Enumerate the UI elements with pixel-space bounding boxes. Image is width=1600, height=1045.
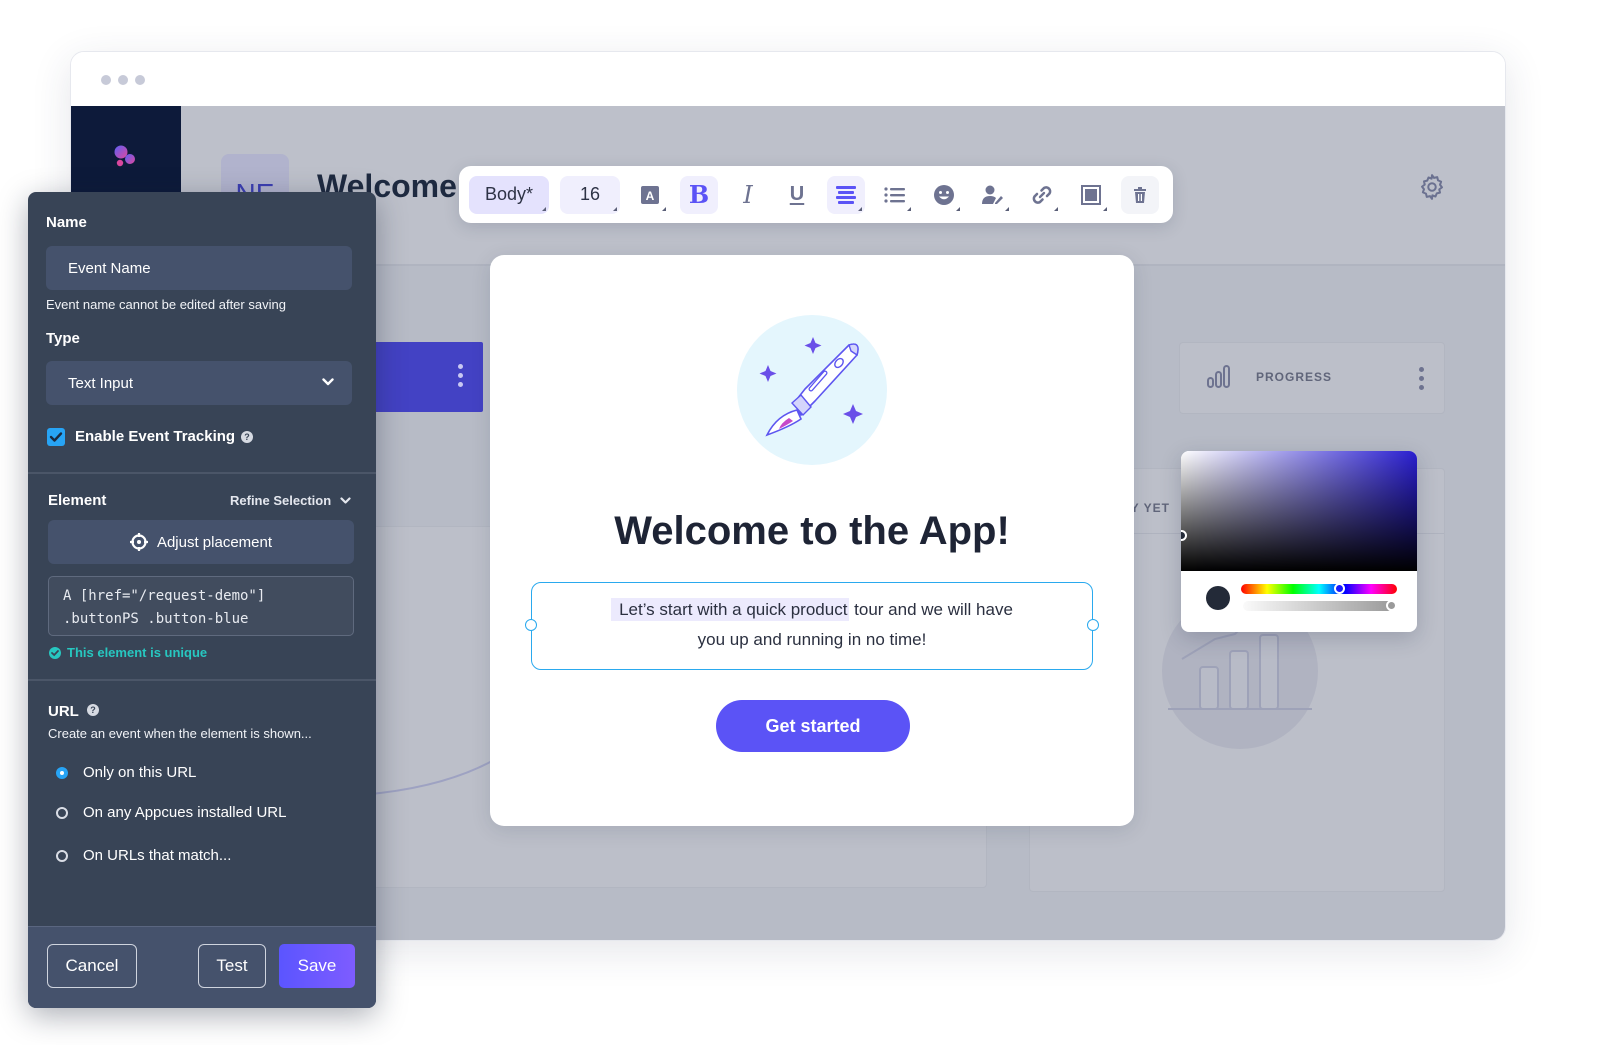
type-label: Type	[46, 330, 80, 347]
alpha-slider[interactable]	[1243, 601, 1393, 611]
browser-titlebar	[71, 52, 1505, 106]
modal-body-editor[interactable]: Let’s start with a quick product tour an…	[525, 582, 1099, 670]
list-icon	[884, 186, 905, 203]
type-select[interactable]: Text Input	[46, 361, 352, 405]
type-select-value: Text Input	[68, 374, 134, 392]
refine-selection-button[interactable]: Refine Selection	[230, 493, 331, 508]
url-label: URL	[48, 703, 79, 720]
selector-code[interactable]: A [href="/request-demo"] .buttonPS .butt…	[48, 576, 354, 636]
section-divider	[28, 679, 376, 681]
window-dot	[118, 75, 128, 85]
alpha-knob[interactable]	[1386, 600, 1397, 611]
chevron-down-icon	[322, 378, 334, 386]
selector-line: A [href="/request-demo"]	[63, 588, 266, 604]
align-center-icon	[836, 185, 856, 204]
event-name-input[interactable]: Event Name	[46, 246, 352, 290]
selector-line: .buttonPS .button-blue	[63, 611, 249, 627]
italic-button[interactable]: I	[729, 176, 767, 214]
text-color-icon: A	[641, 185, 659, 204]
current-color-swatch	[1206, 586, 1230, 610]
body-text: you up and running in no time!	[697, 630, 927, 649]
underline-button[interactable]: U	[778, 176, 816, 214]
style-select[interactable]: Body*	[469, 175, 549, 214]
progress-label: PROGRESS	[1256, 370, 1333, 384]
dots-logo-icon	[114, 145, 135, 167]
highlighted-card[interactable]	[371, 342, 483, 412]
checkmark-icon	[49, 432, 63, 442]
radio-urls-that-match[interactable]	[56, 850, 68, 862]
name-hint: Event name cannot be edited after saving	[46, 297, 286, 312]
text-toolbar: Body* 16 A B I U	[459, 166, 1173, 223]
tracking-label: Enable Event Tracking	[75, 428, 236, 445]
bold-icon: B	[688, 180, 710, 209]
block-settings-button[interactable]	[1072, 176, 1110, 214]
resize-handle-left[interactable]	[525, 619, 537, 631]
trash-icon	[1134, 186, 1146, 203]
bar-chart-icon	[1207, 365, 1230, 388]
underline-icon: U	[789, 183, 805, 205]
text-color-button[interactable]: A	[631, 176, 669, 214]
help-icon[interactable]: ?	[241, 431, 253, 443]
unique-status: This element is unique	[67, 645, 208, 660]
rocket-icon	[759, 337, 863, 437]
user-edit-icon	[982, 185, 1003, 204]
font-size-select[interactable]: 16	[560, 175, 620, 214]
radio-only-this-url[interactable]	[56, 767, 68, 779]
svg-text:A: A	[646, 189, 655, 203]
chart-curve	[371, 755, 501, 795]
chevron-down-icon[interactable]	[340, 497, 351, 505]
bold-button[interactable]: B	[680, 175, 718, 214]
test-button[interactable]: Test	[198, 944, 266, 988]
selected-text: Let’s start with a quick product	[611, 598, 850, 621]
list-button[interactable]	[876, 176, 914, 214]
align-button[interactable]	[827, 175, 865, 214]
emoji-icon	[934, 184, 954, 205]
check-circle-icon	[49, 647, 61, 659]
adjust-placement-label: Adjust placement	[156, 533, 273, 551]
delete-button[interactable]	[1121, 175, 1159, 214]
link-icon	[1032, 185, 1052, 204]
body-text: tour and we will have	[849, 600, 1013, 619]
radio-label[interactable]: On any Appcues installed URL	[83, 804, 286, 821]
user-property-button[interactable]	[974, 176, 1012, 214]
radio-label[interactable]: Only on this URL	[83, 764, 196, 781]
gear-icon[interactable]	[1417, 172, 1447, 202]
hero-illustration	[737, 315, 887, 465]
more-options-icon[interactable]	[457, 364, 463, 387]
welcome-modal: Welcome to the App! Let’s start with a q…	[490, 255, 1134, 826]
element-label: Element	[48, 492, 107, 509]
window-dot	[135, 75, 145, 85]
event-name-value: Event Name	[68, 259, 151, 277]
saturation-area[interactable]	[1181, 451, 1417, 571]
get-started-button[interactable]: Get started	[716, 700, 910, 752]
crosshair-icon	[129, 533, 148, 551]
font-size-value: 16	[579, 184, 601, 204]
panel-footer: Cancel Test Save	[28, 926, 376, 1008]
url-hint: Create an event when the element is show…	[48, 726, 312, 741]
color-picker	[1181, 451, 1417, 632]
italic-icon: I	[743, 180, 753, 209]
more-options-icon[interactable]	[1418, 367, 1424, 390]
progress-card[interactable]: PROGRESS	[1179, 342, 1445, 414]
event-panel: Name Event Name Event name cannot be edi…	[28, 192, 376, 1008]
hue-slider[interactable]	[1241, 584, 1397, 594]
help-icon[interactable]: ?	[87, 704, 99, 716]
style-select-value: Body*	[484, 184, 534, 204]
hue-knob[interactable]	[1333, 583, 1345, 594]
name-label: Name	[46, 214, 87, 231]
window-dot	[101, 75, 111, 85]
cancel-button[interactable]: Cancel	[47, 944, 137, 988]
resize-handle-right[interactable]	[1087, 619, 1099, 631]
adjust-placement-button[interactable]: Adjust placement	[48, 520, 354, 564]
frame-icon	[1081, 184, 1101, 205]
emoji-button[interactable]	[925, 176, 963, 214]
save-button[interactable]: Save	[279, 944, 355, 988]
modal-title: Welcome to the App!	[614, 509, 1010, 553]
section-divider	[28, 472, 376, 474]
radio-any-installed-url[interactable]	[56, 807, 68, 819]
link-button[interactable]	[1023, 176, 1061, 214]
tracking-checkbox[interactable]	[47, 428, 65, 446]
radio-label[interactable]: On URLs that match...	[83, 847, 231, 864]
